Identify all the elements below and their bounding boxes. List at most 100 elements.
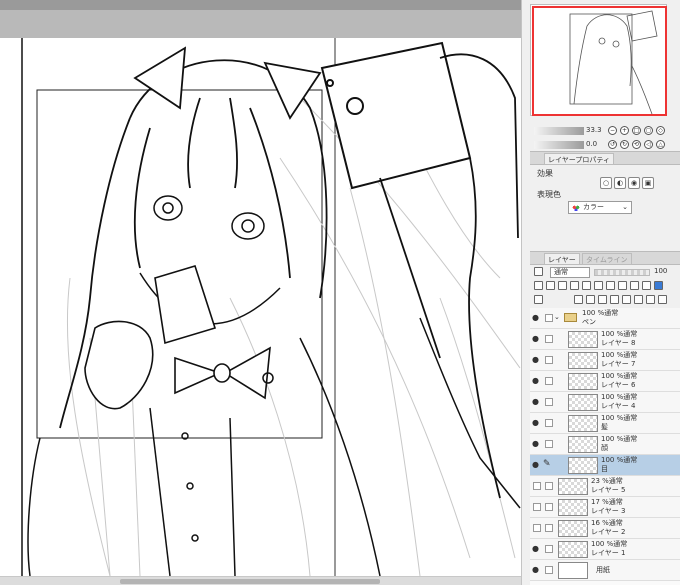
zoom-out-icon[interactable]: − (608, 126, 617, 135)
lock-checkbox[interactable] (545, 314, 553, 322)
layer-mode: 100 %通常 (601, 456, 638, 464)
eye-icon[interactable]: ● (532, 377, 539, 385)
effect-buttons: ○ ◐ ◉ ▣ (600, 177, 670, 189)
layer-row-selected[interactable]: ● ✎ 100 %通常 目 (530, 455, 680, 476)
eye-icon[interactable]: ● (532, 419, 539, 427)
eye-icon[interactable]: ● (532, 461, 539, 469)
rotate-left-icon[interactable]: ↺ (608, 140, 617, 149)
layer-name: 顔 (601, 444, 608, 452)
new-folder-icon[interactable] (598, 295, 607, 304)
tab-layer-property[interactable]: レイヤープロパティ (544, 153, 614, 165)
new-vector-layer-icon[interactable] (586, 295, 595, 304)
visibility-checkbox[interactable] (533, 524, 541, 532)
rotate-right-icon[interactable]: ↻ (620, 140, 629, 149)
lock-checkbox[interactable] (545, 503, 553, 511)
new-raster-layer-icon[interactable] (574, 295, 583, 304)
blend-mode-select[interactable]: 通常 (550, 267, 590, 278)
zoom-in-icon[interactable]: + (620, 126, 629, 135)
layer-row-folder[interactable]: ● ⌄ 100 %通常 ペン (530, 308, 680, 329)
reset-rotation-icon[interactable]: ⟲ (632, 140, 641, 149)
lock-checkbox[interactable] (545, 398, 553, 406)
eye-icon[interactable]: ● (532, 566, 539, 574)
gray-icon[interactable] (642, 281, 651, 290)
navigator-preview[interactable] (530, 4, 667, 116)
apply-mask-icon[interactable] (646, 295, 655, 304)
effect-label: 効果 (537, 169, 553, 178)
layer-name: 目 (601, 465, 608, 473)
draft-icon[interactable] (570, 281, 579, 290)
chevron-down-icon[interactable]: ⌄ (554, 313, 560, 321)
layer-color-icon[interactable] (534, 267, 543, 276)
border-effect-icon[interactable]: ○ (600, 177, 612, 189)
clip-icon[interactable] (546, 281, 555, 290)
layer-row[interactable]: ● 100 %通常 レイヤー 4 (530, 392, 680, 413)
lock-checkbox[interactable] (545, 419, 553, 427)
eye-icon[interactable]: ● (532, 335, 539, 343)
opacity-value[interactable]: 100 (654, 267, 667, 275)
delete-layer-icon[interactable] (658, 295, 667, 304)
layer-row[interactable]: 23 %通常 レイヤー 5 (530, 476, 680, 497)
flip-icon[interactable]: ◇ (656, 126, 665, 135)
eye-icon[interactable]: ● (532, 545, 539, 553)
layer-row[interactable]: 16 %通常 レイヤー 2 (530, 518, 680, 539)
layer-thumbnail (568, 331, 598, 348)
blue-swatch-icon[interactable] (654, 281, 663, 290)
reference-icon[interactable] (558, 281, 567, 290)
layer-row[interactable]: ● 100 %通常 レイヤー 8 (530, 329, 680, 350)
layer-thumbnail (568, 457, 598, 474)
rotation-slider[interactable] (534, 141, 584, 149)
lock-checkbox[interactable] (545, 566, 553, 574)
ruler-icon[interactable] (606, 281, 615, 290)
layer-thumbnail (568, 373, 598, 390)
layer-row[interactable]: ● 100 %通常 レイヤー 1 (530, 539, 680, 560)
actual-size-icon[interactable]: ◻ (644, 126, 653, 135)
merge-down-icon[interactable] (634, 295, 643, 304)
tone-effect-icon[interactable]: ◐ (614, 177, 626, 189)
lock-checkbox[interactable] (545, 440, 553, 448)
layer-row[interactable]: ● 100 %通常 顔 (530, 434, 680, 455)
lock-checkbox[interactable] (545, 356, 553, 364)
mask-icon[interactable] (594, 281, 603, 290)
layer-panel-menu-icon[interactable] (534, 295, 543, 304)
layer-name: レイヤー 4 (601, 402, 636, 410)
layer-row[interactable]: ● 100 %通常 レイヤー 7 (530, 350, 680, 371)
fit-icon[interactable]: □ (632, 126, 641, 135)
lock-icon[interactable] (582, 281, 591, 290)
opacity-slider[interactable] (594, 269, 650, 276)
layer-row[interactable]: 17 %通常 レイヤー 3 (530, 497, 680, 518)
tab-layer[interactable]: レイヤー (544, 253, 580, 265)
lock-checkbox[interactable] (545, 545, 553, 553)
visibility-checkbox[interactable] (533, 482, 541, 490)
more-effect-icon[interactable]: ▣ (642, 177, 654, 189)
color-effect-icon[interactable]: ◉ (628, 177, 640, 189)
eye-icon[interactable]: ● (532, 314, 539, 322)
expression-color-select[interactable]: カラー ⌄ (568, 201, 632, 214)
palette-icon[interactable] (618, 281, 627, 290)
horizontal-scrollbar[interactable] (0, 576, 521, 585)
flip-horizontal-icon[interactable]: ◁ (644, 140, 653, 149)
lock-checkbox[interactable] (545, 335, 553, 343)
lock-checkbox[interactable] (545, 482, 553, 490)
drawing-canvas[interactable] (0, 38, 521, 576)
lock-checkbox[interactable] (545, 524, 553, 532)
eye-icon[interactable]: ● (532, 356, 539, 364)
layer-name: ペン (582, 318, 596, 326)
zoom-slider[interactable] (534, 127, 584, 135)
layer-list: ● ⌄ 100 %通常 ペン ● 100 %通常 レイヤー 8 ● 100 %通… (530, 308, 680, 585)
protect-alpha-icon[interactable] (534, 281, 543, 290)
canvas-area[interactable] (0, 0, 521, 585)
new-correction-layer-icon[interactable] (610, 295, 619, 304)
layer-name: レイヤー 2 (591, 528, 626, 536)
zoom-row: 33.3 − + □ ◻ ◇ (530, 124, 675, 138)
layer-row[interactable]: ● 100 %通常 レイヤー 6 (530, 371, 680, 392)
layer-color-swatch-icon[interactable] (630, 281, 639, 290)
layer-row[interactable]: ● 100 %通常 髪 (530, 413, 680, 434)
eye-icon[interactable]: ● (532, 398, 539, 406)
tab-timeline[interactable]: タイムライン (582, 253, 632, 265)
lock-checkbox[interactable] (545, 377, 553, 385)
flip-vertical-icon[interactable]: △ (656, 140, 665, 149)
layer-row-paper[interactable]: ● 用紙 (530, 560, 680, 581)
eye-icon[interactable]: ● (532, 440, 539, 448)
visibility-checkbox[interactable] (533, 503, 541, 511)
mask-layer-icon[interactable] (622, 295, 631, 304)
